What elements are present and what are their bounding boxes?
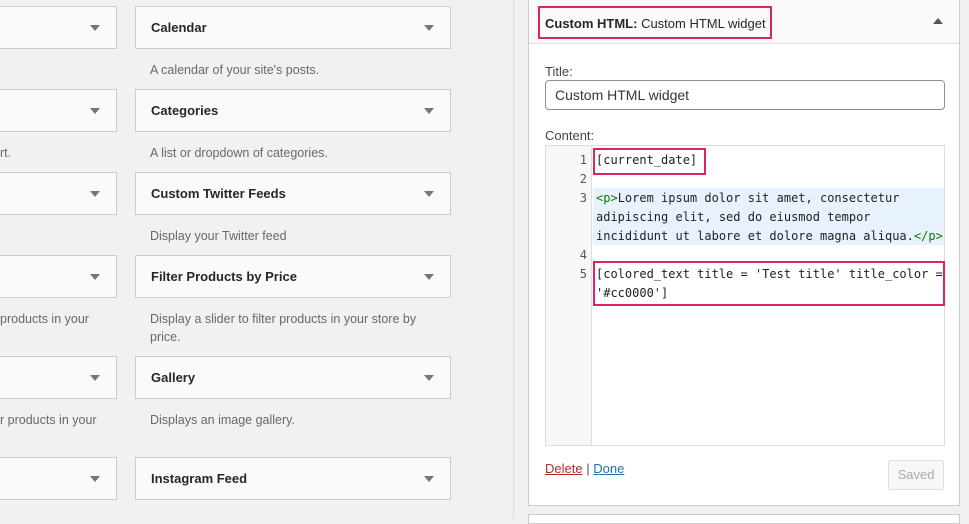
line-number: 4: [579, 248, 587, 262]
chevron-down-icon[interactable]: [90, 274, 100, 280]
chevron-down-icon[interactable]: [424, 108, 434, 114]
widget-title: Categories: [151, 103, 219, 118]
next-widget-panel[interactable]: [528, 514, 960, 524]
title-input[interactable]: Custom HTML widget: [545, 80, 945, 110]
widget-actions: Delete | Done: [545, 461, 624, 476]
separator: |: [586, 461, 590, 476]
custom-html-widget-panel: Custom HTML: Custom HTML widget Title: C…: [528, 0, 960, 506]
code-line-3: <p>Lorem ipsum dolor sit amet, consectet…: [596, 191, 900, 205]
widget-panel-title: Custom HTML: Custom HTML widget: [545, 16, 766, 31]
widget-gallery[interactable]: Gallery: [135, 356, 451, 399]
line-number: 3: [579, 191, 587, 205]
widget-desc: r products in your: [0, 413, 97, 427]
widget-left-5[interactable]: [0, 356, 117, 399]
chevron-down-icon[interactable]: [424, 274, 434, 280]
chevron-down-icon[interactable]: [90, 476, 100, 482]
chevron-down-icon[interactable]: [90, 108, 100, 114]
widget-desc: Display a slider to filter products in y…: [150, 312, 417, 344]
widget-desc: A calendar of your site's posts.: [150, 63, 320, 77]
widget-desc: products in your: [0, 312, 89, 326]
widget-left-6[interactable]: [0, 457, 117, 500]
line-number: 2: [579, 172, 587, 186]
widget-instagram-feed[interactable]: Instagram Feed: [135, 457, 451, 500]
line-number: 5: [579, 267, 587, 281]
chevron-down-icon[interactable]: [424, 25, 434, 31]
chevron-down-icon[interactable]: [424, 375, 434, 381]
chevron-down-icon[interactable]: [90, 191, 100, 197]
highlight-box: [593, 148, 706, 175]
widget-left-3[interactable]: [0, 172, 117, 215]
code-editor[interactable]: 1 2 3 4 5 [current_date] <p>Lorem ipsum …: [545, 145, 945, 446]
chevron-down-icon[interactable]: [90, 375, 100, 381]
done-link[interactable]: Done: [593, 461, 624, 476]
chevron-down-icon[interactable]: [424, 476, 434, 482]
widget-title: Instagram Feed: [151, 471, 248, 486]
widget-desc: Display your Twitter feed: [150, 229, 287, 243]
widget-left-4[interactable]: [0, 255, 117, 298]
widget-title: Filter Products by Price: [151, 269, 297, 284]
widget-title: Gallery: [151, 370, 196, 385]
line-number: 1: [579, 153, 587, 167]
widget-categories[interactable]: Categories: [135, 89, 451, 132]
widget-left-2[interactable]: [0, 89, 117, 132]
widget-title: Custom Twitter Feeds: [151, 186, 286, 201]
code-line-3-wrap: incididunt ut labore et dolore magna ali…: [596, 229, 943, 243]
widget-custom-twitter-feeds[interactable]: Custom Twitter Feeds: [135, 172, 451, 215]
delete-link[interactable]: Delete: [545, 461, 583, 476]
widget-title: Calendar: [151, 20, 207, 35]
collapse-arrow-icon[interactable]: [933, 18, 943, 24]
chevron-down-icon[interactable]: [424, 191, 434, 197]
title-label: Title:: [545, 64, 573, 79]
widget-left-1[interactable]: [0, 6, 117, 49]
column-divider: [513, 0, 514, 518]
widget-panel-header[interactable]: Custom HTML: Custom HTML widget: [529, 0, 959, 44]
saved-button[interactable]: Saved: [888, 460, 944, 490]
highlight-box: [593, 261, 945, 306]
widget-calendar[interactable]: Calendar: [135, 6, 451, 49]
widget-filter-products[interactable]: Filter Products by Price: [135, 255, 451, 298]
content-label: Content:: [545, 128, 595, 143]
widget-instance-name: Custom HTML widget: [641, 16, 766, 31]
widget-desc: rt.: [0, 146, 12, 160]
chevron-down-icon[interactable]: [90, 25, 100, 31]
code-line-3-wrap: adipiscing elit, sed do eiusmod tempor: [596, 210, 871, 224]
widget-desc: Displays an image gallery.: [150, 413, 295, 427]
line-number-gutter: 1 2 3 4 5: [546, 146, 592, 445]
widget-desc: A list or dropdown of categories.: [150, 146, 328, 160]
